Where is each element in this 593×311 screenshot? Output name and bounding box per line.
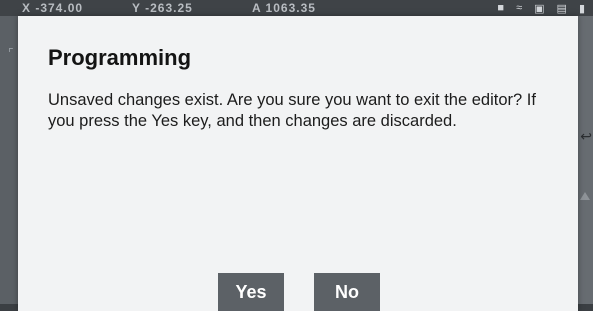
status-icons: ■ ≈ ▣ ▤ ▮: [497, 2, 585, 15]
dialog-title: Programming: [48, 45, 192, 70]
background-coord-a: A 1063.35: [252, 1, 316, 15]
yes-button[interactable]: Yes: [218, 273, 284, 311]
background-coord-x: X -374.00: [22, 1, 84, 15]
lock-icon: ■: [497, 2, 505, 14]
dialog-message: Unsaved changes exist. Are you sure you …: [48, 91, 536, 130]
no-button[interactable]: No: [314, 273, 380, 311]
screen-icon: ▣: [534, 3, 545, 15]
background-curve-icon: ↩: [580, 128, 592, 144]
dialog-button-row: Yes No: [18, 273, 578, 311]
background-left-mark: ⌜: [8, 46, 14, 60]
confirm-dialog: Programming Unsaved changes exist. Are y…: [18, 16, 578, 311]
background-status-bar: X -374.00 Y -263.25 A 1063.35 ■ ≈ ▣ ▤ ▮: [0, 0, 593, 16]
scroll-up-arrow-icon: [580, 192, 590, 200]
battery-icon: ▮: [578, 3, 585, 15]
background-left-panel: ⌜: [0, 16, 18, 311]
document-icon: ▤: [556, 3, 567, 15]
wifi-icon: ≈: [516, 2, 523, 14]
background-coord-y: Y -263.25: [132, 1, 193, 15]
background-scrollbar: ↩: [578, 16, 593, 311]
